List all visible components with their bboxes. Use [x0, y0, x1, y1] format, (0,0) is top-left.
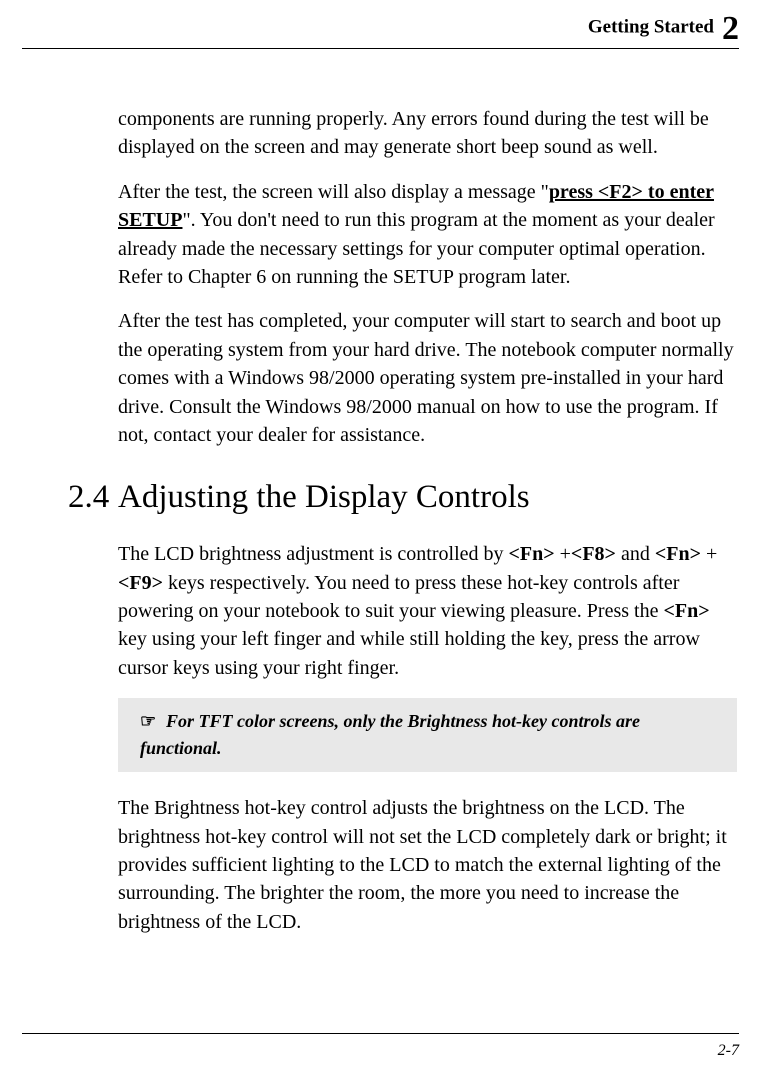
section-heading: 2.4Adjusting the Display Controls: [68, 479, 737, 516]
text: key using your left finger and while sti…: [118, 628, 700, 678]
key-f8: <F8>: [571, 543, 616, 565]
footer-rule: [22, 1033, 739, 1034]
header-chapter-number: 2: [722, 10, 739, 47]
paragraph: components are running properly. Any err…: [118, 105, 737, 162]
section-title: Adjusting the Display Controls: [118, 479, 530, 515]
key-fn: <Fn>: [663, 600, 709, 622]
note-box: ☞For TFT color screens, only the Brightn…: [118, 698, 737, 772]
key-fn: <Fn>: [655, 543, 701, 565]
paragraph: The LCD brightness adjustment is control…: [118, 540, 737, 682]
text: The LCD brightness adjustment is control…: [118, 543, 509, 565]
page-header: Getting Started 2: [588, 10, 739, 48]
page-number: 2-7: [718, 1042, 739, 1060]
pointing-hand-icon: ☞: [140, 708, 166, 735]
paragraph: After the test has completed, your compu…: [118, 307, 737, 449]
key-fn: <Fn>: [509, 543, 555, 565]
note-text: For TFT color screens, only the Brightne…: [140, 711, 640, 758]
paragraph: After the test, the screen will also dis…: [118, 178, 737, 292]
paragraph: The Brightness hot-key control adjusts t…: [118, 794, 737, 936]
text: keys respectively. You need to press the…: [118, 572, 679, 622]
text: +: [701, 543, 717, 565]
header-rule: [22, 48, 739, 49]
text: +: [555, 543, 571, 565]
text: After the test, the screen will also dis…: [118, 181, 549, 203]
page: Getting Started 2 components are running…: [0, 0, 761, 1078]
section-number: 2.4: [68, 479, 118, 516]
text: ". You don't need to run this program at…: [118, 209, 715, 288]
header-title: Getting Started: [588, 17, 714, 38]
text: and: [616, 543, 655, 565]
key-f9: <F9>: [118, 572, 163, 594]
content-area: components are running properly. Any err…: [118, 105, 737, 952]
